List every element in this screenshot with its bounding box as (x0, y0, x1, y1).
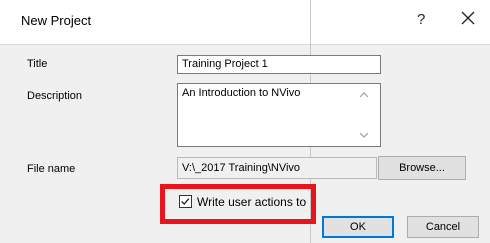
title-label: Title (27, 58, 48, 70)
description-label: Description (27, 90, 83, 102)
close-icon[interactable] (459, 9, 477, 27)
ok-button[interactable]: OK (322, 216, 394, 238)
help-icon[interactable]: ? (417, 11, 425, 28)
description-field[interactable]: An Introduction to NVivo (177, 83, 381, 147)
chevron-down-icon[interactable] (359, 130, 369, 140)
browse-button[interactable]: Browse... (378, 156, 466, 180)
dialog-titlebar: New Project (0, 0, 310, 45)
title-field[interactable]: Training Project 1 (177, 55, 381, 74)
cancel-button[interactable]: Cancel (407, 216, 479, 238)
filename-label: File name (27, 163, 76, 175)
highlight-box (160, 184, 316, 224)
screenshot-stage: ? Browse... OK Cancel New Project Title … (0, 0, 490, 243)
chevron-up-icon[interactable] (359, 90, 369, 100)
dialog-title: New Project (21, 13, 92, 28)
overlapping-dialog-titlebar: ? (310, 0, 490, 45)
filename-field-continuation (310, 157, 377, 179)
description-text: An Introduction to NVivo (182, 87, 301, 99)
description-scrollbar[interactable] (356, 84, 372, 146)
filename-field[interactable]: V:\_2017 Training\NVivo (177, 157, 310, 179)
